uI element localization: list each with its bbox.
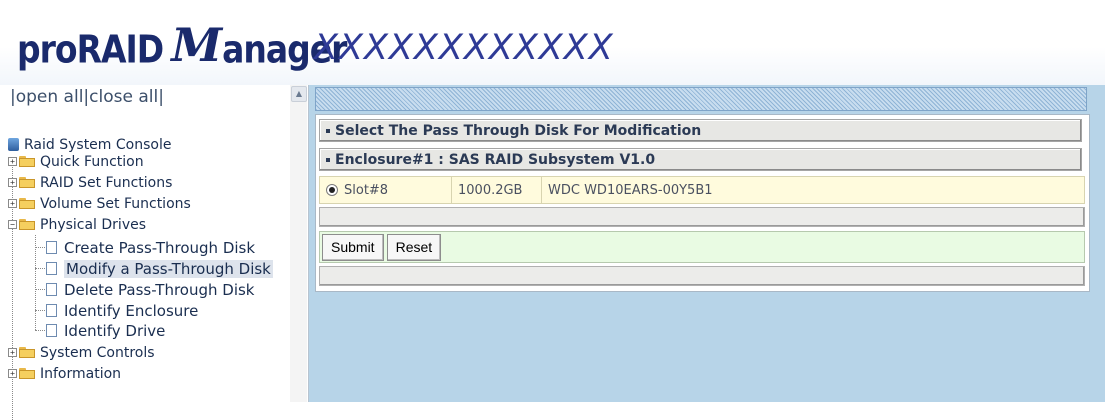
tree-connector-line [35,268,45,269]
page-icon [46,304,57,317]
folder-closed-icon [19,177,35,188]
tree-connector-line [35,235,36,330]
tree-connector-line [35,310,45,311]
close-all-link[interactable]: |close all| [83,87,164,107]
tree-item-label: Information [40,365,122,382]
folder-closed-icon [19,156,35,167]
enclosure-title: Enclosure#1 : SAS RAID Subsystem V1.0 [335,152,656,168]
logo-text-m: M [171,18,223,72]
tree-item-delete-pass-through-disk[interactable]: Delete Pass-Through Disk [46,279,255,300]
bullet-icon [326,129,330,133]
expand-plus-icon[interactable]: + [8,178,17,187]
bullet-icon [326,158,330,162]
app-header: proRAID M anager XXXXXXXXXXXX [0,0,1105,86]
capacity-value: 1000.2GB [458,182,523,198]
tree-item-information[interactable]: + Information [8,363,121,384]
collapse-minus-icon[interactable]: − [8,220,17,229]
tree-item-modify-pass-through-disk[interactable]: Modify a Pass-Through Disk [46,258,273,279]
folder-closed-icon [19,347,35,358]
tree-item-label: Modify a Pass-Through Disk [64,259,273,278]
page-icon [46,324,57,337]
tree-item-label: Identify Drive [64,321,166,340]
disk-select-radio[interactable] [326,184,338,196]
submit-button[interactable]: Submit [322,233,384,261]
tree-item-label: RAID Set Functions [40,174,173,191]
page-icon [46,262,57,275]
slot-label: Slot#8 [344,182,389,198]
folder-closed-icon [19,198,35,209]
tree-item-label: Quick Function [40,153,144,170]
modify-pass-through-form: Select The Pass Through Disk For Modific… [315,114,1090,292]
open-all-link[interactable]: |open all [10,87,83,107]
page-icon [46,241,57,254]
controller-model-name: XXXXXXXXXXXX [314,28,614,68]
capacity-cell: 1000.2GB [452,177,542,203]
disk-row[interactable]: Slot#8 1000.2GB WDC WD10EARS-00Y5B1 [319,176,1085,204]
content-pane: Select The Pass Through Disk For Modific… [309,85,1105,402]
prora-id-manager-logo: proRAID M anager [17,18,347,72]
action-button-row: Submit Reset [319,231,1085,263]
disk-model-value: WDC WD10EARS-00Y5B1 [548,182,713,198]
tree-connector-line [35,247,45,248]
tree-item-label: Create Pass-Through Disk [64,238,256,257]
reset-button[interactable]: Reset [386,233,442,261]
expand-plus-icon[interactable]: + [8,369,17,378]
tree-item-create-pass-through-disk[interactable]: Create Pass-Through Disk [46,237,255,258]
section-title: Select The Pass Through Disk For Modific… [335,123,702,139]
logo-text-pro: proRAID [17,27,164,72]
tree-item-quick-function[interactable]: + Quick Function [8,151,144,172]
tree-item-physical-drives[interactable]: − Physical Drives [8,214,146,235]
folder-closed-icon [19,368,35,379]
console-icon [8,138,19,151]
enclosure-header: Enclosure#1 : SAS RAID Subsystem V1.0 [319,148,1082,171]
tree-item-label: Delete Pass-Through Disk [64,280,255,299]
tree-toggle-links: |open all|close all| [10,87,164,107]
tree-item-identify-drive[interactable]: Identify Drive [46,320,165,341]
tree-item-raid-set-functions[interactable]: + RAID Set Functions [8,172,172,193]
section-header: Select The Pass Through Disk For Modific… [319,119,1082,142]
row-separator [319,266,1085,286]
tree-item-label: Physical Drives [40,216,147,233]
tree-item-label: System Controls [40,344,155,361]
tree-connector-line [35,289,45,290]
navigation-pane: |open all|close all| ▲ Raid System Conso… [0,85,309,420]
expand-plus-icon[interactable]: + [8,348,17,357]
expand-plus-icon[interactable]: + [8,199,17,208]
row-separator [319,207,1085,227]
content-title-bar [315,87,1087,111]
page-icon [46,283,57,296]
model-cell: WDC WD10EARS-00Y5B1 [542,177,1084,203]
tree-scrollbar[interactable]: ▲ [290,85,307,402]
tree-item-label: Identify Enclosure [64,301,199,320]
expand-plus-icon[interactable]: + [8,157,17,166]
tree-item-label: Volume Set Functions [40,195,191,212]
tree-item-identify-enclosure[interactable]: Identify Enclosure [46,300,198,321]
slot-cell[interactable]: Slot#8 [320,177,452,203]
scroll-up-arrow-icon[interactable]: ▲ [291,86,307,102]
tree-item-volume-set-functions[interactable]: + Volume Set Functions [8,193,191,214]
tree-connector-line [35,330,45,331]
folder-open-icon [19,219,35,230]
tree-item-system-controls[interactable]: + System Controls [8,342,155,363]
